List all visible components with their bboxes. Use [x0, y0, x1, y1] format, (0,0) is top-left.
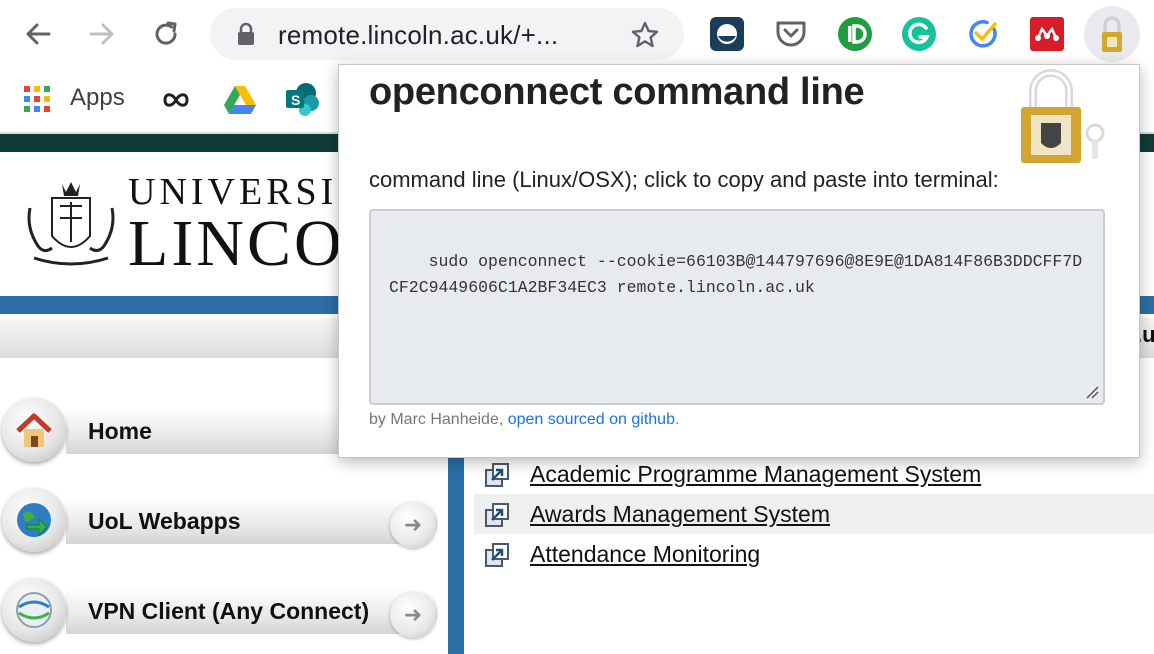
openconnect-extension-button[interactable]	[1084, 6, 1140, 62]
github-link[interactable]: open sourced on github	[508, 411, 675, 428]
lock-icon	[238, 22, 254, 45]
links-list: Academic Programme Management System Awa…	[474, 454, 1154, 574]
pocket-icon[interactable]	[774, 17, 808, 51]
extension-circle-icon[interactable]	[710, 17, 744, 51]
back-button[interactable]	[20, 16, 56, 52]
external-link-icon	[485, 463, 509, 487]
svg-text:S: S	[291, 92, 300, 108]
menu-label-vpn-client: VPN Client (Any Connect)	[88, 598, 370, 624]
openconnect-popup: openconnect command line command line (L…	[338, 64, 1140, 458]
list-item[interactable]: Attendance Monitoring	[474, 534, 1154, 574]
star-icon[interactable]	[630, 20, 660, 50]
grammarly-icon[interactable]	[902, 17, 936, 51]
footer-author: by Marc Hanheide,	[369, 411, 508, 428]
footer-period: .	[674, 411, 680, 428]
apps-label[interactable]: Apps	[70, 84, 125, 112]
sharepoint-icon[interactable]: S	[286, 82, 322, 116]
infinity-icon[interactable]	[162, 90, 190, 110]
popup-description: command line (Linux/OSX); click to copy …	[369, 167, 999, 192]
popup-footer: by Marc Hanheide, open sourced on github…	[369, 411, 679, 429]
arrow-left-icon	[26, 23, 51, 45]
browser-toolbar: remote.lincoln.ac.uk/+...	[0, 0, 1154, 68]
popup-title: openconnect command line	[369, 71, 865, 113]
google-drive-icon[interactable]	[224, 86, 256, 114]
university-wordmark: UNIVERSI LINCO	[128, 170, 345, 280]
globe-arrow-icon	[2, 488, 66, 552]
external-link-icon	[485, 503, 509, 527]
external-link-icon	[485, 543, 509, 567]
university-crest-icon	[27, 182, 115, 266]
command-textarea[interactable]: sudo openconnect --cookie=66103B@1447976…	[369, 209, 1105, 405]
half-moon-icon	[717, 24, 737, 44]
id-extension-icon[interactable]	[838, 17, 872, 51]
command-text: sudo openconnect --cookie=66103B@1447976…	[389, 252, 1083, 297]
mendeley-icon[interactable]	[1030, 17, 1064, 51]
link-awards-management[interactable]: Awards Management System	[530, 501, 830, 528]
forward-button[interactable]	[84, 16, 120, 52]
university-line2: LINCO	[128, 207, 345, 280]
padlock-icon	[1102, 16, 1122, 52]
menu-item-uol-webapps[interactable]: UoL Webapps ➜	[0, 482, 440, 558]
address-bar[interactable]: remote.lincoln.ac.uk/+...	[210, 8, 684, 60]
list-item[interactable]: Academic Programme Management System	[474, 454, 1154, 494]
link-academic-programme[interactable]: Academic Programme Management System	[530, 461, 981, 488]
menu-label-uol-webapps: UoL Webapps	[88, 508, 241, 534]
home-icon	[2, 398, 66, 462]
reload-button[interactable]	[148, 16, 184, 52]
chevron-right-icon[interactable]: ➜	[390, 592, 436, 638]
resize-grip-icon[interactable]	[1085, 385, 1099, 399]
vpn-globe-icon	[2, 578, 66, 642]
menu-item-vpn-client[interactable]: VPN Client (Any Connect) ➜	[0, 572, 440, 648]
arrow-right-icon	[89, 23, 114, 45]
padlock-crest-icon	[1021, 69, 1105, 163]
url-text: remote.lincoln.ac.uk/+...	[278, 20, 559, 50]
todo-check-icon[interactable]	[966, 17, 1000, 51]
reload-icon	[155, 21, 177, 45]
menu-label-home: Home	[88, 418, 152, 444]
apps-grid-icon	[24, 86, 50, 112]
list-item[interactable]: Awards Management System	[474, 494, 1154, 534]
link-attendance-monitoring[interactable]: Attendance Monitoring	[530, 541, 760, 568]
chevron-right-icon[interactable]: ➜	[390, 502, 436, 548]
